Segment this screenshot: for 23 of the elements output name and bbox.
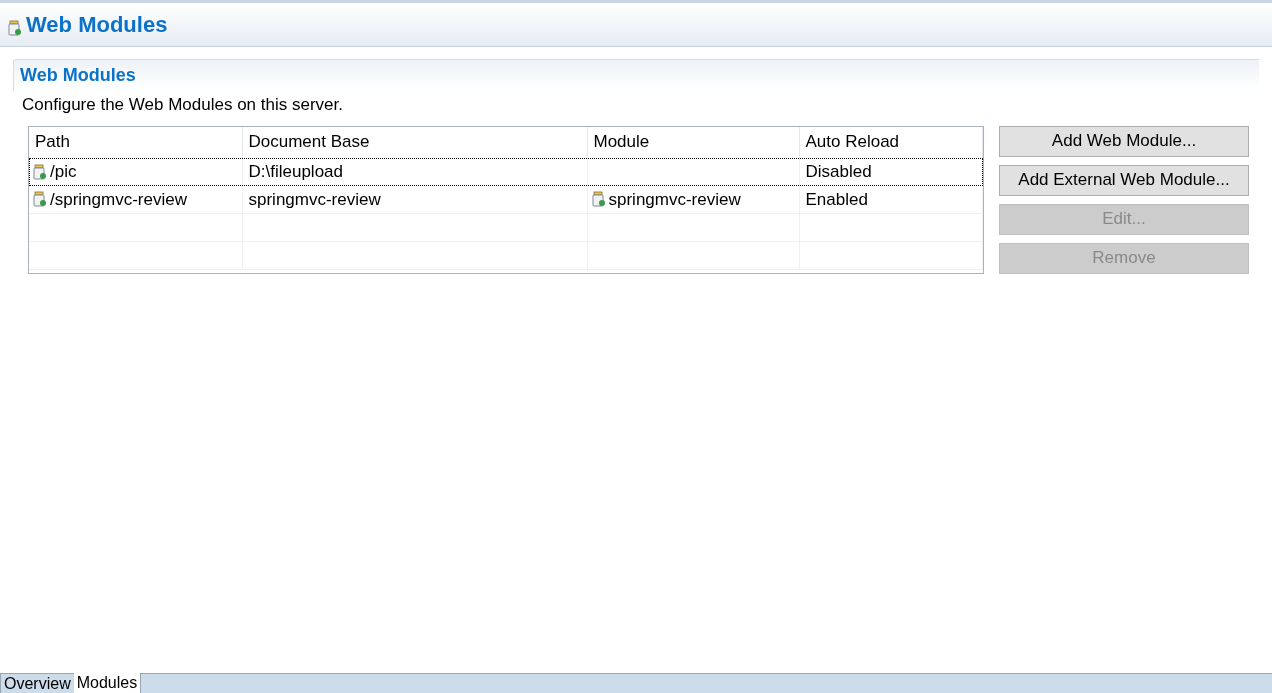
table-cell-text: D:\fileupload: [247, 160, 343, 183]
editor-title: Web Modules: [26, 11, 168, 39]
table-row[interactable]: /springmvc-review springmvc-review springmvc-review Enabled: [29, 185, 983, 214]
module-icon: [591, 191, 606, 208]
section-description: Configure the Web Modules on this server.: [22, 94, 344, 116]
table-cell-text: springmvc-review: [608, 188, 741, 211]
table-cell-text: Enabled: [804, 188, 868, 211]
table-cell-text: springmvc-review: [247, 188, 381, 211]
table-cell-text: /springmvc-review: [50, 188, 187, 211]
table-row[interactable]: /pic D:\fileupload Disabled: [29, 157, 983, 186]
table-cell-text: Disabled: [804, 160, 872, 183]
column-header[interactable]: Path: [29, 126, 242, 158]
column-header[interactable]: Document Base: [242, 126, 587, 158]
action-button[interactable]: Add Web Module...: [999, 125, 1249, 157]
module-icon: [33, 191, 47, 208]
editor-tab[interactable]: Overview: [0, 673, 74, 693]
column-header[interactable]: Module: [587, 126, 799, 158]
server-module-icon: [8, 19, 22, 36]
column-header[interactable]: Auto Reload: [799, 126, 983, 158]
module-icon: [33, 163, 47, 180]
action-button[interactable]: Add External Web Module...: [999, 164, 1249, 196]
section-title: Web Modules: [20, 64, 136, 87]
table-cell-text: /pic: [50, 160, 77, 183]
